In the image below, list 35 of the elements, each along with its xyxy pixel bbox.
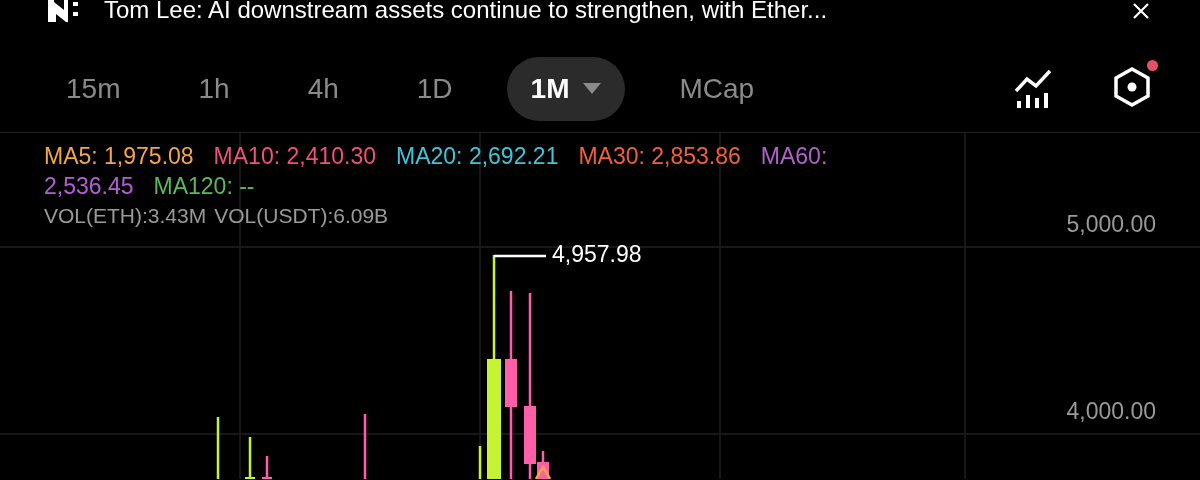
moving-average-label: MA20: bbox=[396, 143, 463, 169]
moving-average-label: MA10: bbox=[213, 143, 281, 169]
moving-average-value: 1,975.08 bbox=[104, 143, 194, 169]
volume-value: VOL(ETH):3.43M bbox=[44, 203, 207, 229]
high-price-label: 4,957.98 bbox=[552, 241, 642, 268]
moving-average-value: 2,692.21 bbox=[468, 143, 559, 169]
candle bbox=[245, 437, 255, 479]
interval-tab[interactable]: 4h bbox=[283, 57, 363, 121]
candle bbox=[262, 456, 272, 479]
moving-average-value: 2,410.30 bbox=[286, 143, 376, 169]
candle bbox=[216, 417, 220, 479]
interval-tab[interactable]: 1h bbox=[174, 57, 254, 121]
price-axis-label: 4,000.00 bbox=[1066, 398, 1156, 425]
moving-average-label: MA30: bbox=[578, 143, 645, 169]
chart-icon[interactable] bbox=[1014, 69, 1054, 109]
caret-icon[interactable] bbox=[583, 83, 602, 95]
price-axis-label: 5,000.00 bbox=[1066, 211, 1156, 238]
marker-icon bbox=[534, 464, 552, 479]
interval-tab[interactable]: MCap bbox=[655, 57, 779, 121]
interval-tab[interactable]: 1D bbox=[392, 57, 477, 121]
moving-average-label: MA60: bbox=[760, 143, 828, 169]
candle bbox=[363, 414, 367, 479]
news-headline[interactable]: Tom Lee: AI downstream assets continue to strengthen, with Ether... bbox=[104, 0, 1132, 23]
interval-tab[interactable]: 15m bbox=[42, 57, 145, 121]
leader-line bbox=[494, 254, 546, 258]
interval-tab[interactable]: 1M bbox=[506, 57, 626, 121]
moving-average-value: 2,536.45 bbox=[44, 173, 134, 199]
volume-value: VOL(USDT):6.09B bbox=[214, 203, 389, 229]
close-icon[interactable] bbox=[1132, 2, 1150, 20]
settings-icon[interactable] bbox=[1112, 66, 1152, 108]
moving-average-label: MA5: bbox=[44, 143, 98, 169]
moving-average-value: -- bbox=[239, 173, 255, 199]
moving-average-value: 2,853.86 bbox=[651, 143, 741, 169]
moving-average-label: MA120: bbox=[153, 173, 233, 199]
candle bbox=[478, 446, 482, 479]
